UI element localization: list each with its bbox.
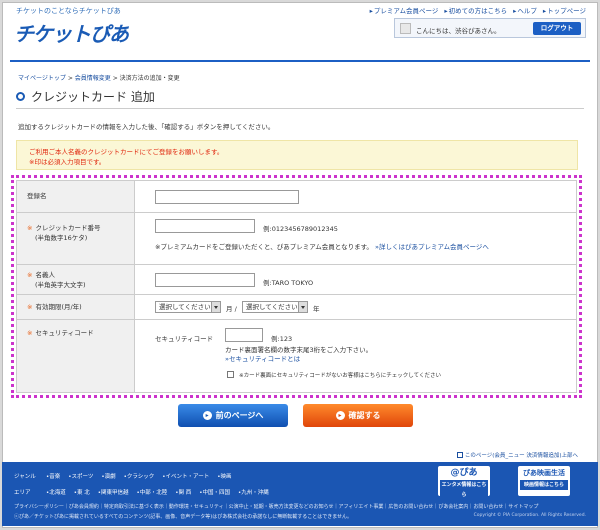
breadcrumb-member-info[interactable]: 会員情報変更 [75, 75, 111, 82]
premium-note: ※プレミアムカードをご登録いただくと、ぴあプレミアム会員となります。 [155, 243, 373, 251]
arrow-up-icon [456, 452, 463, 458]
page-top-link[interactable]: このページ(会員_ニュー 決済情報追加)上部へ [456, 451, 578, 459]
greeting-text: こんにちは、渋谷ぴあさん。 [416, 27, 501, 35]
label-holder: ※ 名義人 (半角英字大文字) [17, 265, 135, 294]
genre-movie[interactable]: •映画 [217, 472, 231, 480]
notice-line-1: ご利用ご本人名義のクレジットカードにてご登録をお願いします。 [29, 148, 224, 156]
copyright: Copyright © PIA Corporation. All Rights … [473, 513, 586, 518]
security-example: 例:123 [271, 335, 293, 343]
chevron-down-icon [298, 302, 307, 312]
footer-links[interactable]: プライバシーポリシー｜ぴあ会員規約｜特定商取引法に基づく表示｜動作環境・セキュリ… [14, 503, 586, 510]
card-form: 登録名 ※ クレジットカード番号 (半角数字16ケタ) 例:012345678901… [11, 175, 582, 398]
back-button[interactable]: ▸ 前のページへ [178, 404, 288, 427]
genre-classic[interactable]: •クラシック [124, 472, 155, 480]
pia-movie-banner[interactable]: ぴあ映画生活 映画情報はこちら [518, 466, 570, 496]
breadcrumb: マイページトップ > 会員情報変更 > 決済方法の追加・変更 [18, 75, 180, 82]
user-icon [400, 23, 411, 34]
row-security: ※ セキュリティコード セキュリティコード 例:123 カード裏面署名欄の数字末尾… [17, 320, 576, 392]
area-chugoku[interactable]: •中国・四国 [199, 488, 230, 496]
year-unit: 年 [313, 305, 320, 313]
nav-first-time[interactable]: ▸初めての方はこちら [444, 5, 507, 15]
security-field-label: セキュリティコード [155, 335, 214, 343]
card-number-input[interactable] [155, 219, 255, 233]
logout-button[interactable]: ログアウト [533, 22, 581, 35]
premium-link[interactable]: »詳しくはぴあプレミアム会員ページへ [375, 241, 489, 251]
arrow-right-icon: ▸ [335, 411, 345, 420]
label-card-number: ※ クレジットカード番号 (半角数字16ケタ) [17, 213, 135, 264]
nav-premium[interactable]: ▸プレミアム会員ページ [370, 5, 439, 15]
card-number-example: 例:0123456789012345 [263, 225, 338, 233]
expiry-month-select[interactable]: 選択してください [155, 301, 221, 313]
area-heading: エリア [14, 490, 31, 496]
no-security-code-label: ※カード裏面にセキュリティコードがないお客様はこちらにチェックしてください [239, 373, 441, 379]
atpia-banner[interactable]: @ぴあ エンタメ情報はこちら [438, 466, 490, 500]
area-kanto[interactable]: •関東甲信越 [98, 488, 129, 496]
area-chubu[interactable]: •中部・北陸 [137, 488, 168, 496]
breadcrumb-mypage[interactable]: マイページトップ [18, 75, 66, 82]
genre-heading: ジャンル [14, 474, 36, 480]
genre-music[interactable]: •音楽 [46, 472, 60, 480]
notice-box: ご利用ご本人名義のクレジットカードにてご登録をお願いします。 ※印は必須入力項目… [16, 140, 578, 170]
genre-event-art[interactable]: •イベント・アート [162, 472, 209, 480]
area-links: エリア •北海道 •東 北 •関東甲信越 •中部・北陸 •関 西 •中国・四国 … [14, 488, 269, 496]
title-bullet-icon [16, 92, 25, 101]
copyright-note: ⓒぴあ／チケットぴあに掲載されているすべてのコンテンツ(記事、画像、音声データ等… [14, 514, 353, 520]
no-security-code-checkbox[interactable] [227, 371, 234, 378]
row-expiry: ※ 有効期限(月/年) 選択してください 月 / 選択してください 年 [17, 295, 576, 320]
site-logo[interactable]: チケットぴあ [14, 18, 129, 47]
area-tohoku[interactable]: •東 北 [74, 488, 90, 496]
confirm-button[interactable]: ▸ 確認する [303, 404, 413, 427]
security-link[interactable]: »セキュリティコードとは [225, 353, 300, 363]
label-security: ※ セキュリティコード [17, 320, 135, 392]
footer: ジャンル •音楽 •スポーツ •演劇 •クラシック •イベント・アート •映画 … [2, 462, 598, 526]
area-kyushu[interactable]: •九州・沖縄 [238, 488, 269, 496]
row-card-number: ※ クレジットカード番号 (半角数字16ケタ) 例:0123456789012345… [17, 213, 576, 265]
security-code-input[interactable] [225, 328, 263, 342]
area-hokkaido[interactable]: •北海道 [46, 488, 66, 496]
arrow-left-icon: ▸ [202, 411, 212, 420]
genre-links: ジャンル •音楽 •スポーツ •演劇 •クラシック •イベント・アート •映画 [14, 472, 231, 480]
area-kansai[interactable]: •関 西 [175, 488, 191, 496]
reg-name-input[interactable] [155, 190, 299, 204]
breadcrumb-current: 決済方法の追加・変更 [119, 75, 180, 82]
month-unit: 月 / [226, 305, 237, 313]
login-box: こんにちは、渋谷ぴあさん。 ログアウト [394, 18, 586, 38]
holder-input[interactable] [155, 273, 255, 287]
intro-text: 追加するクレジットカードの情報を入力した後、「確認する」ボタンを押してください。 [18, 123, 275, 131]
site-tagline: チケットのことならチケットぴあ [16, 7, 121, 15]
page-title: クレジットカード 追加 [16, 88, 155, 105]
genre-theater[interactable]: •演劇 [101, 472, 115, 480]
genre-sports[interactable]: •スポーツ [68, 472, 93, 480]
row-reg-name: 登録名 [17, 181, 576, 213]
label-expiry: ※ 有効期限(月/年) [17, 295, 135, 319]
chevron-down-icon [211, 302, 220, 312]
expiry-year-select[interactable]: 選択してください [242, 301, 308, 313]
row-holder: ※ 名義人 (半角英字大文字) 例:TARO TOKYO [17, 265, 576, 295]
header-divider [10, 60, 590, 62]
title-divider [16, 108, 584, 109]
nav-help[interactable]: ▸ヘルプ [513, 5, 537, 15]
notice-line-2: ※印は必須入力項目です。 [29, 158, 106, 166]
nav-top[interactable]: ▸トップページ [543, 5, 586, 15]
top-nav: ▸プレミアム会員ページ ▸初めての方はこちら ▸ヘルプ ▸トップページ [370, 5, 586, 15]
label-reg-name: 登録名 [17, 181, 135, 212]
holder-example: 例:TARO TOKYO [263, 279, 314, 287]
